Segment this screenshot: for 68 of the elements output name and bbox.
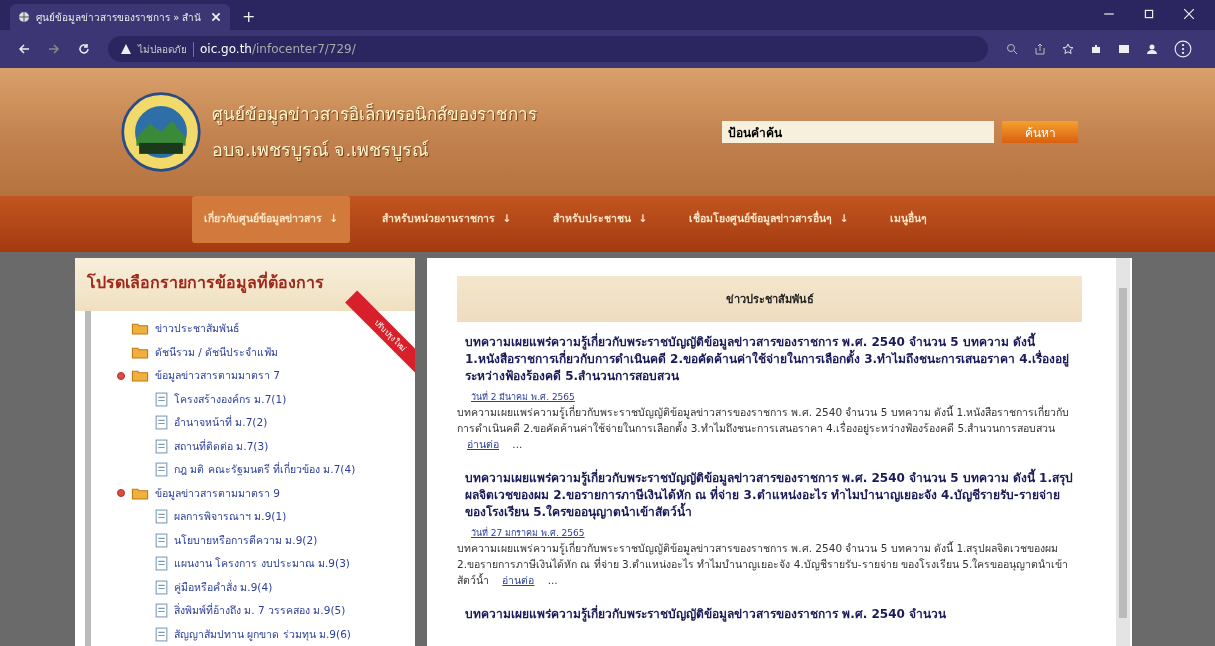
document-icon [155, 579, 168, 595]
sidebar-link[interactable]: ข้อมูลข่าวสารตามมาตรา 7 [155, 367, 281, 385]
sidebar-link[interactable]: ข้อมูลข่าวสารตามมาตรา 9 [155, 484, 281, 502]
scrollbar[interactable] [1116, 258, 1130, 646]
nav-item[interactable]: เชื่อมโยงศูนย์ข้อมูลข่าวสารอื่นๆ ↓ [679, 196, 859, 239]
document-icon [155, 556, 168, 572]
read-more-link[interactable]: อ่านต่อ [502, 574, 535, 586]
bullet-icon [117, 489, 125, 498]
star-icon[interactable] [1062, 43, 1074, 55]
sidebar-link[interactable]: ดัชนีรวม / ดัชนีประจำแฟ้ม [155, 343, 279, 361]
zoom-icon[interactable] [1006, 43, 1018, 55]
article-date: วันที่ 2 มีนาคม พ.ศ. 2565 [471, 392, 575, 402]
globe-icon [18, 11, 30, 23]
article-summary: บทความเผยแพร่ความรู้เกี่ยวกับพระราชบัญญัติข้อมูลข่าวสารของราชการ พ.ศ. 2540 จำนวน 5 บทความ ดังนี้ 1.หนังสือราชการเกี่ยวกับการดำเนินคดี 2.ขอคัดค้านค่าใช้จ่ายในการเลือกตั้ง 3.ทำไมถึงชนะการเสนอราคา 4.เรื่องอยู่ระหว่างฟ้องร้องคดี 5.สำนวนการสอบสวน อ่านต่อ ... [457, 404, 1071, 452]
sidebar-title: โปรดเลือกรายการข้อมูลที่ต้องการ [75, 258, 415, 311]
sidebar-link[interactable]: แผนงาน โครงการ งบประมาณ ม.9(3) [174, 555, 350, 573]
warning-icon [120, 43, 132, 55]
document-icon [155, 626, 168, 642]
document-icon [155, 438, 168, 454]
sidebar-link[interactable]: นโยบายหรือการตีความ ม.9(2) [174, 531, 318, 549]
url-text: oic.go.th/infocenter7/729/ [200, 42, 356, 56]
folder-icon [131, 486, 149, 500]
article-title[interactable]: บทความเผยแพร่ความรู้เกี่ยวกับพระราชบัญญัติข้อมูลข่าวสารของราชการ พ.ศ. 2540 จำนวน 5 บทความ ดังนี้ 1.หนังสือราชการเกี่ยวกับการดำเนินคดี 2.ขอคัดค้านค่าใช้จ่ายในการเลือกตั้ง 3.ทำไมถึงชนะการเสนอราคา 4.เรื่องอยู่ระหว่างฟ้องร้องคดี 5.สำนวนการสอบสวน [457, 334, 1082, 385]
sidebar-link[interactable]: ข่าวประชาสัมพันธ์ [155, 320, 239, 338]
sidebar-link[interactable]: โครงสร้างองค์กร ม.7(1) [174, 390, 287, 408]
close-icon[interactable] [210, 11, 222, 23]
folder-icon [131, 345, 149, 359]
article-title[interactable]: บทความเผยแพร่ความรู้เกี่ยวกับพระราชบัญญัติข้อมูลข่าวสารของราชการ พ.ศ. 2540 จำนวน 5 บทความ ดังนี้ 1.สรุปผลจิตเวชของผม 2.ขอรายการภาษีเงินได้หัก ณ ที่จ่าย 3.ตำแหน่งอะไร ทำไมบำนาญเยอะจัง 4.บัญชีรายรับ-รายจ่าย ของโรงเรียน 5.ใครขออนุญาตนำเข้าสัตว์น้ำ [457, 470, 1082, 521]
document-icon [155, 532, 168, 548]
forward-icon[interactable] [48, 43, 60, 55]
bullet-icon [117, 371, 125, 380]
sidebar-link[interactable]: อำนาจหน้าที่ ม.7(2) [174, 414, 268, 432]
site-subtitle: อบจ.เพชรบูรณ์ จ.เพชรบูรณ์ [212, 138, 431, 163]
new-tab-button[interactable]: + [242, 7, 256, 26]
document-icon [155, 415, 168, 431]
article-summary: บทความเผยแพร่ความรู้เกี่ยวกับพระราชบัญญัติข้อมูลข่าวสารของราชการ พ.ศ. 2540 จำนวน 5 บทความ ดังนี้ 1.สรุปผลจิตเวชของผม 2.ขอรายการภาษีเงินได้หัก ณ ที่จ่าย 3.ตำแหน่งอะไร ทำไมบำนาญเยอะจัง 4.บัญชีรายรับ-รายจ่าย ของโรงเรียน 5.ใครขออนุญาตนำเข้าสัตว์น้ำ อ่านต่อ ... [457, 540, 1070, 588]
sidebar-link[interactable]: คู่มือหรือคำสั่ง ม.9(4) [174, 578, 273, 596]
folder-icon [131, 369, 149, 383]
site-title: ศูนย์ข้อมูลข่าวสารอิเล็กทรอนิกส์ของราชการ [212, 102, 538, 127]
close-icon[interactable] [1183, 8, 1195, 20]
sidebar-link[interactable]: ผลการพิจารณาฯ ม.9(1) [174, 508, 287, 526]
browser-tab[interactable]: ศูนย์ข้อมูลข่าวสารของราชการ » สำนั [10, 4, 230, 30]
document-icon [155, 603, 168, 619]
article-title[interactable]: บทความเผยแพร่ความรู้เกี่ยวกับพระราชบัญญัติข้อมูลข่าวสารของราชการ พ.ศ. 2540 จำนวน [457, 606, 1082, 623]
document-icon [155, 462, 168, 478]
security-label: ไม่ปลอดภัย [138, 41, 194, 57]
document-icon [155, 509, 168, 525]
article-date: วันที่ 27 มกราคม พ.ศ. 2565 [471, 528, 585, 538]
sidebar-link[interactable]: สถานที่ติดต่อ ม.7(3) [174, 437, 269, 455]
document-icon [155, 391, 168, 407]
sidebar-link[interactable]: สัญญาสัมปทาน ผูกขาด ร่วมทุน ม.9(6) [174, 625, 351, 643]
nav-item[interactable]: สำหรับหน่วยงานราชการ ↓ [372, 196, 522, 239]
menu-icon[interactable] [1174, 40, 1192, 58]
search-field[interactable]: ป้อนคำค้น [722, 121, 994, 143]
profile-icon[interactable] [1146, 43, 1158, 55]
back-icon[interactable] [18, 43, 30, 55]
section-heading: ข่าวประชาสัมพันธ์ [457, 276, 1082, 322]
share-icon[interactable] [1034, 43, 1046, 55]
sidebar-link[interactable]: สิ่งพิมพ์ที่อ้างถึง ม. 7 วรรคสอง ม.9(5) [174, 602, 346, 620]
restore-icon[interactable] [1143, 8, 1155, 20]
nav-item[interactable]: เมนูอื่นๆ [880, 196, 938, 239]
folder-icon [131, 322, 149, 336]
read-more-link[interactable]: อ่านต่อ [467, 438, 499, 450]
address-bar[interactable]: ไม่ปลอดภัย oic.go.th/infocenter7/729/ [108, 36, 988, 62]
sidebar-link[interactable]: กฎ มติ คณะรัฐมนตรี ที่เกี่ยวข้อง ม.7(4) [174, 461, 356, 479]
nav-item[interactable]: สำหรับประชาชน ↓ [543, 196, 658, 239]
reload-icon[interactable] [78, 43, 90, 55]
tab-title: ศูนย์ข้อมูลข่าวสารของราชการ » สำนั [36, 10, 203, 25]
